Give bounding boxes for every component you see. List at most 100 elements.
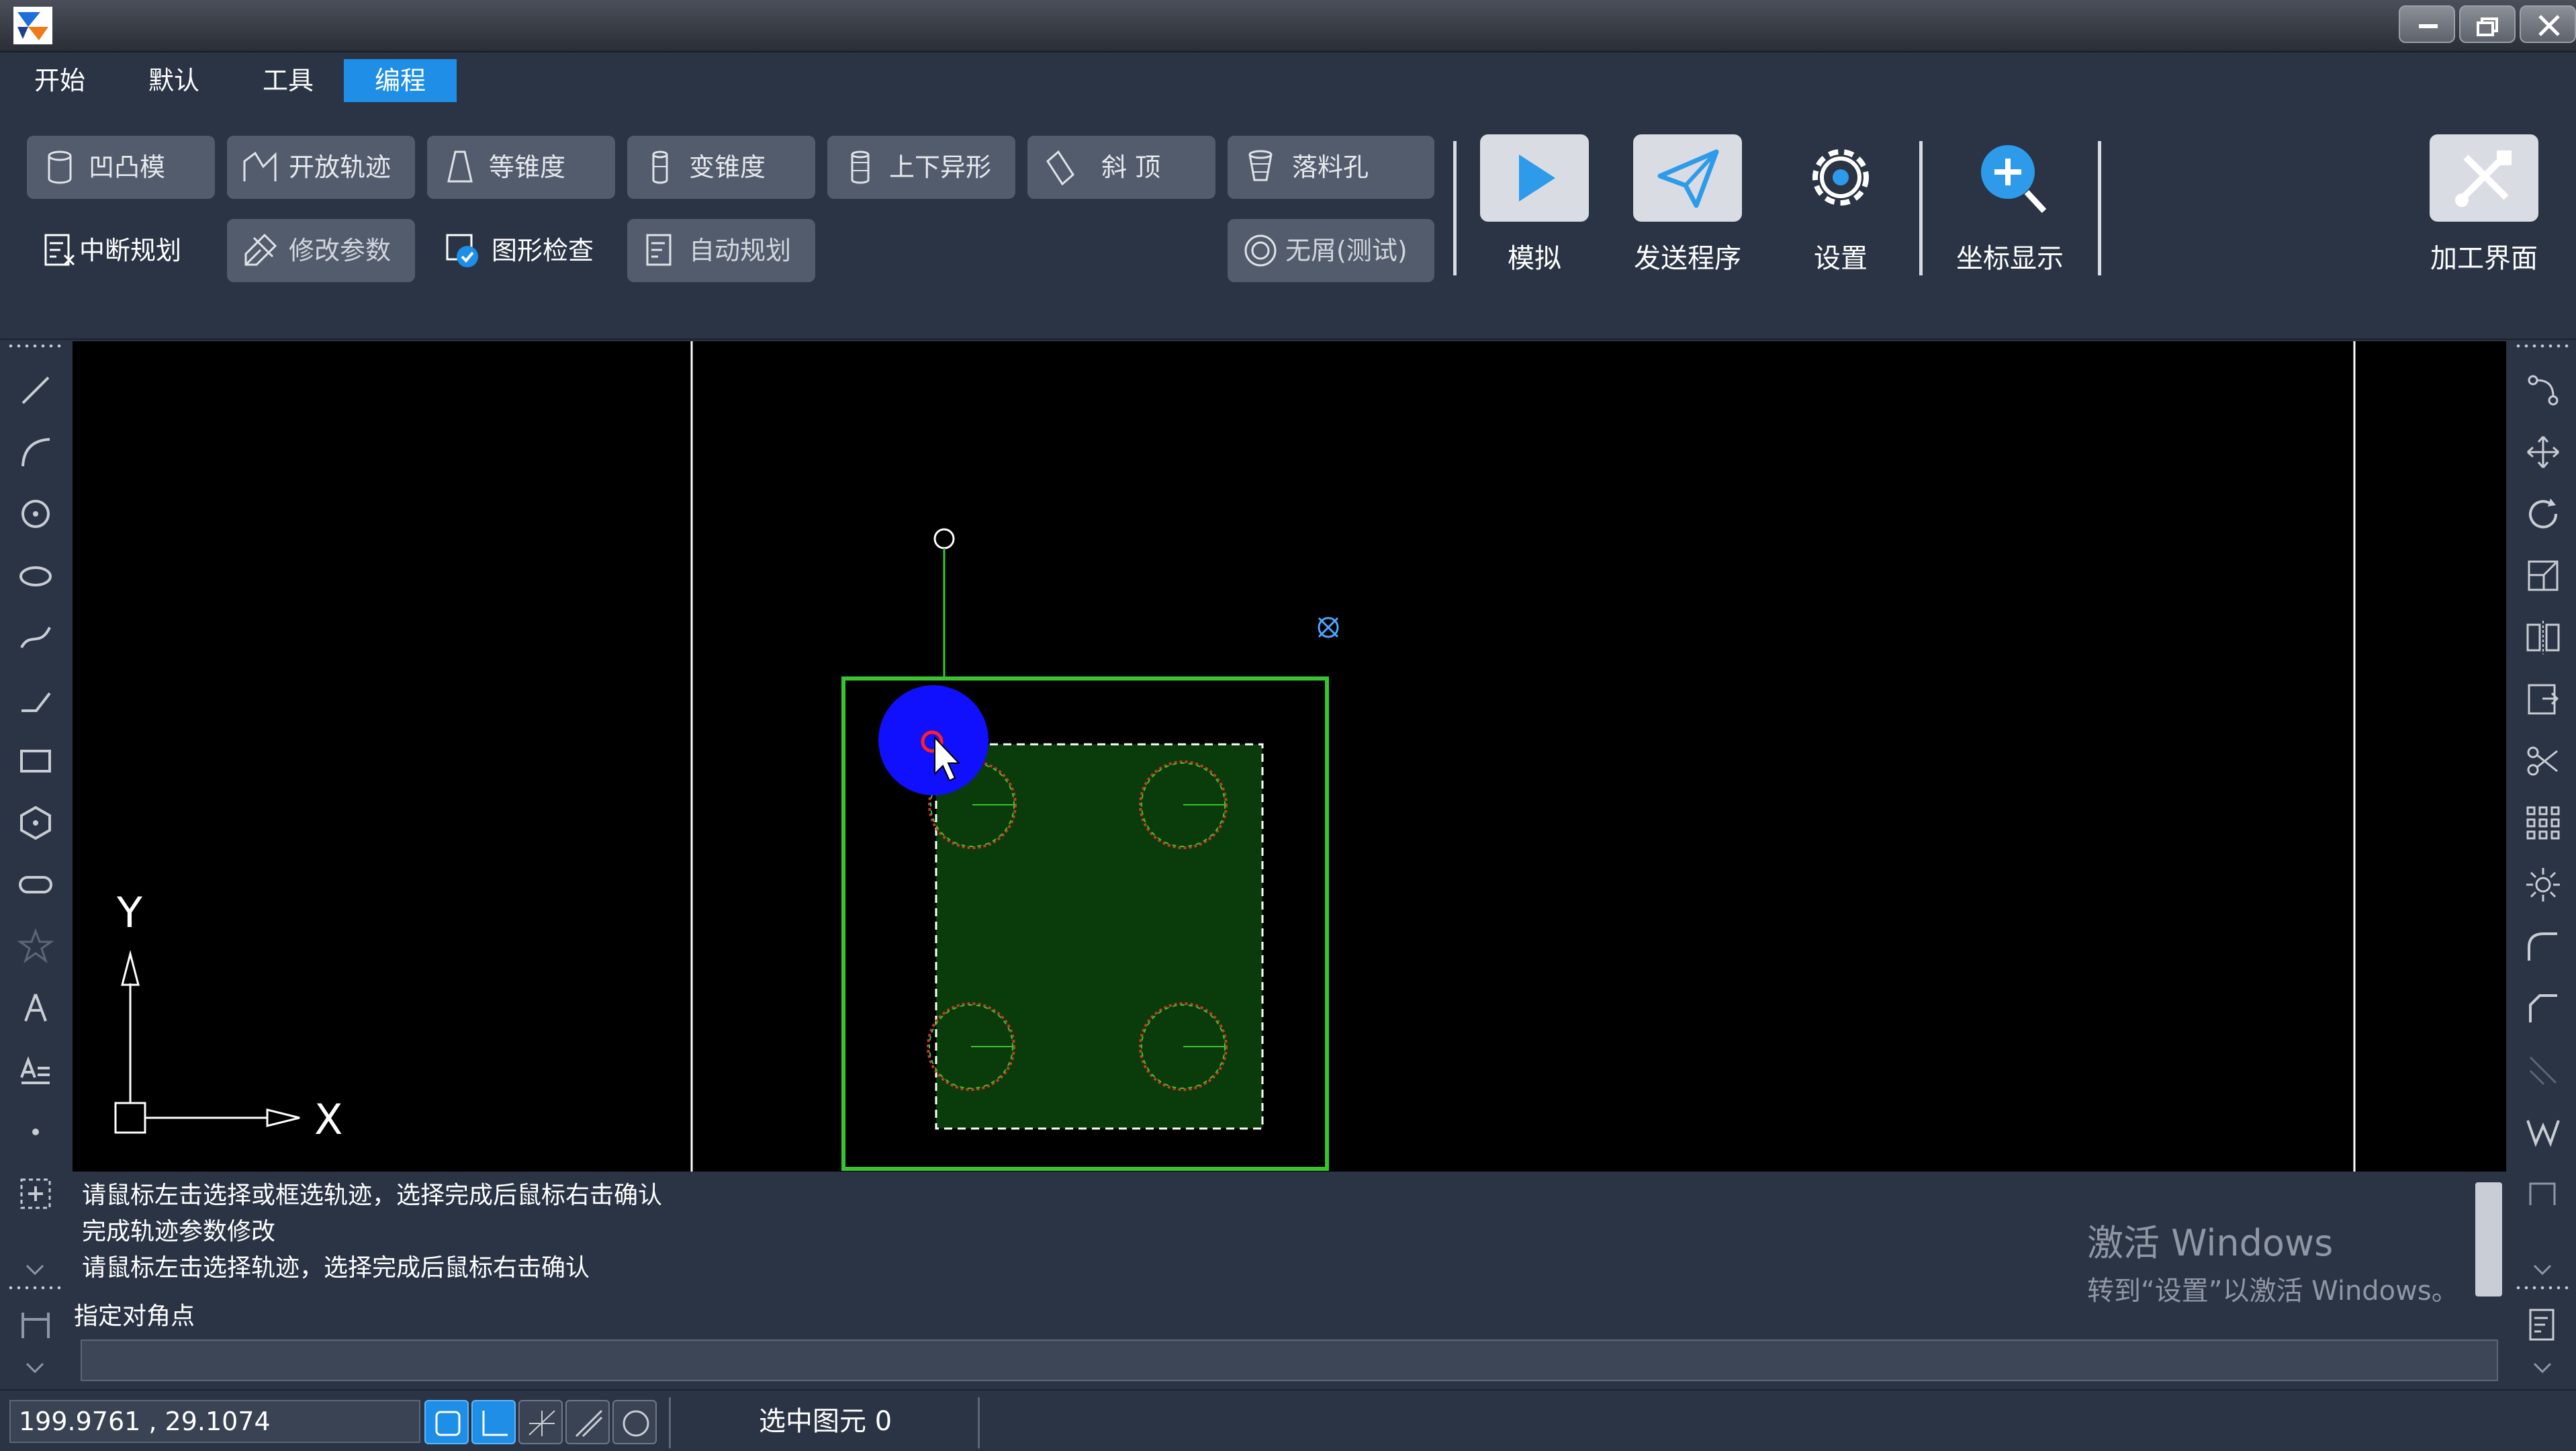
reference-cross-marker — [1318, 617, 1339, 638]
offset-icon[interactable] — [2524, 680, 2563, 719]
snap-ortho-toggle[interactable] — [518, 1400, 563, 1444]
menu-tab-tools[interactable]: 工具 — [238, 59, 338, 102]
expand-chevron-icon[interactable] — [2529, 1260, 2556, 1280]
circle-tool-icon[interactable] — [16, 494, 55, 533]
array-icon[interactable] — [2524, 803, 2563, 842]
blanking-hole-label: 落料孔 — [1292, 152, 1369, 182]
menu-tab-start[interactable]: 开始 — [9, 59, 110, 102]
scale-icon[interactable] — [2524, 556, 2563, 595]
send-program-label: 发送程序 — [1634, 243, 1741, 274]
status-separator — [978, 1397, 980, 1448]
fillet-icon[interactable] — [2524, 927, 2563, 966]
line-tool-icon[interactable] — [16, 371, 55, 410]
spline-tool-icon[interactable] — [16, 618, 55, 657]
coords-display-button[interactable]: 坐标显示 — [1953, 134, 2067, 275]
machining-interface-label: 加工界面 — [2430, 243, 2538, 274]
upper-lower-shape-label: 上下异形 — [889, 152, 992, 182]
arc-tool-icon[interactable] — [16, 433, 55, 472]
variable-taper-icon — [652, 150, 668, 184]
open-path-button[interactable]: 开放轨迹 — [227, 136, 415, 199]
blanking-hole-button[interactable]: 落料孔 — [1228, 136, 1434, 199]
restore-button[interactable] — [2459, 5, 2516, 43]
ribbon-separator — [1453, 141, 1457, 275]
extend-icon[interactable] — [2524, 1051, 2563, 1090]
snap-endpoint-toggle[interactable] — [424, 1400, 469, 1444]
toolbar-grip — [7, 344, 63, 348]
corner-icon[interactable] — [2524, 1174, 2563, 1213]
send-icon — [1657, 149, 1719, 208]
rotate-icon[interactable] — [2524, 494, 2563, 533]
modify-params-button[interactable]: 修改参数 — [227, 219, 415, 282]
ellipse-tool-icon[interactable] — [16, 556, 55, 595]
chamfer-icon[interactable] — [2524, 989, 2563, 1028]
lead-in-start-marker — [933, 528, 955, 549]
auto-plan-button[interactable]: 自动规划 — [627, 219, 815, 282]
slot-tool-icon[interactable] — [16, 865, 55, 904]
slant-top-button[interactable]: 斜 顶 — [1027, 136, 1215, 199]
interrupt-plan-button[interactable]: 中断规划 — [27, 219, 215, 282]
play-icon — [1519, 155, 1555, 202]
upper-lower-shape-button[interactable]: 上下异形 — [827, 136, 1015, 199]
move-icon[interactable] — [2524, 433, 2563, 472]
ribbon-separator — [1919, 141, 1923, 275]
drawing-canvas[interactable]: Y X — [73, 341, 2506, 1172]
snap-grid-toggle[interactable] — [471, 1400, 516, 1444]
menu-tab-default[interactable]: 默认 — [124, 59, 224, 102]
expand-chevron-icon[interactable] — [21, 1260, 48, 1280]
text-tool-icon[interactable] — [16, 1051, 55, 1090]
point-tool-icon[interactable] — [16, 1112, 55, 1151]
break-icon[interactable] — [2524, 1112, 2563, 1151]
send-program-button[interactable]: 发送程序 — [1630, 134, 1745, 275]
interrupt-plan-icon — [44, 234, 75, 266]
snap-circle-icon — [623, 1410, 649, 1437]
rectangle-tool-icon[interactable] — [16, 742, 55, 781]
blanking-hole-icon — [1248, 150, 1273, 181]
windows-activation-watermark: 激活 Windows 转到“设置”以激活 Windows。 — [2087, 1213, 2458, 1308]
machining-interface-button[interactable]: 加工界面 — [2427, 134, 2541, 275]
coords-display-label: 坐标显示 — [1956, 243, 2064, 274]
expand-chevron-icon[interactable] — [2529, 1358, 2556, 1378]
command-history-line: 请鼠标左击选择轨迹，选择完成后鼠标右击确认 — [82, 1254, 590, 1282]
ribbon-separator — [2098, 141, 2101, 275]
command-input[interactable] — [81, 1339, 2498, 1381]
auto-plan-icon — [646, 234, 672, 266]
snap-polar-toggle[interactable] — [565, 1400, 610, 1444]
simulate-button[interactable]: 模拟 — [1477, 134, 1592, 275]
zoom-in-icon — [1981, 145, 2047, 214]
interrupt-plan-label: 中断规划 — [79, 236, 182, 265]
node-edit-icon[interactable] — [2524, 371, 2563, 410]
properties-icon[interactable] — [2524, 1306, 2563, 1345]
select-tool-icon[interactable] — [16, 1174, 55, 1213]
polyline-tool-icon[interactable] — [16, 680, 55, 719]
upper-lower-shape-icon — [851, 150, 870, 184]
equal-taper-button[interactable]: 等锥度 — [427, 136, 615, 199]
star-tool-icon[interactable] — [16, 927, 55, 966]
dimension-tool-icon[interactable] — [16, 1306, 55, 1345]
expand-chevron-icon[interactable] — [21, 1358, 48, 1378]
no-chip-icon — [1244, 234, 1277, 267]
shape-check-icon — [446, 234, 478, 267]
punch-die-label: 凹凸模 — [89, 152, 166, 182]
canvas-drawing[interactable]: Y X — [73, 341, 2506, 1172]
minimize-button[interactable] — [2399, 5, 2455, 43]
toolbar-grip — [2514, 1286, 2571, 1290]
status-bar: 199.9761 , 29.1074 选中图元 0 — [0, 1389, 2576, 1451]
command-scrollbar[interactable] — [2475, 1182, 2502, 1296]
explode-icon[interactable] — [2524, 865, 2563, 904]
menu-tab-programming[interactable]: 编程 — [344, 59, 457, 102]
variable-taper-button[interactable]: 变锥度 — [627, 136, 815, 199]
mirror-icon[interactable] — [2524, 618, 2563, 657]
polygon-tool-icon[interactable] — [16, 803, 55, 842]
shape-check-button[interactable]: 图形检查 — [430, 219, 625, 282]
punch-die-button[interactable]: 凹凸模 — [27, 136, 215, 199]
settings-button[interactable]: 设置 — [1784, 134, 1898, 275]
scissors-icon[interactable] — [2524, 742, 2563, 781]
close-button[interactable] — [2520, 5, 2576, 43]
gear-shape-tool-icon[interactable] — [16, 989, 55, 1028]
snap-circle-toggle[interactable] — [612, 1400, 657, 1444]
status-separator — [669, 1397, 671, 1448]
shape-check-label: 图形检查 — [492, 236, 594, 265]
ribbon-toolbar: 凹凸模 开放轨迹 等锥度 变锥度 上下异形 斜 顶 落料孔 中断规划 修改参数 … — [0, 107, 2576, 340]
no-chip-test-button[interactable]: 无屑(测试) — [1228, 219, 1434, 282]
tools-icon — [2455, 150, 2512, 207]
